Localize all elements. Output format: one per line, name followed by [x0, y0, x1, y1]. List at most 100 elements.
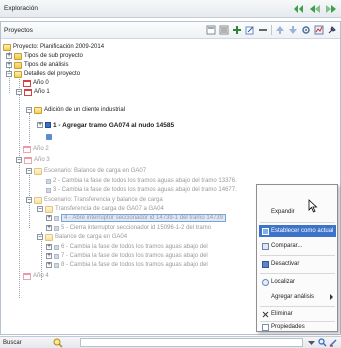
step-icon	[46, 187, 51, 193]
menu-separator	[260, 306, 335, 307]
find-icon[interactable]	[318, 338, 327, 347]
node-label: 1 - Agregar tramo GA074 al nudo 14585	[53, 121, 175, 129]
expand-toggle[interactable]: +	[46, 244, 52, 250]
menu-item-properties[interactable]: Propiedades	[259, 321, 336, 333]
search-bar: Buscar	[0, 336, 341, 348]
edit-icon[interactable]	[245, 25, 255, 35]
delete-icon	[262, 311, 269, 318]
home-icon[interactable]	[293, 3, 305, 15]
tree-node-b-item6[interactable]: + 6 - Cambia la fase de todos los tramos…	[46, 243, 208, 251]
tree-node-step1[interactable]: + 1 - Agregar tramo GA074 al nudo 14585	[37, 121, 174, 129]
collapse-toggle[interactable]: −	[26, 107, 32, 113]
expand-toggle[interactable]: +	[46, 215, 52, 221]
menu-item-deactivate[interactable]: Desactivar	[259, 258, 336, 270]
calendar-icon	[24, 156, 32, 164]
calendar-icon	[24, 88, 32, 96]
node-label: Año 0	[33, 80, 49, 86]
search-input[interactable]	[80, 338, 303, 347]
forward-icon[interactable]	[325, 3, 337, 15]
menu-item-label: Localizar	[271, 279, 296, 285]
collapse-toggle[interactable]: −	[16, 157, 22, 163]
settings-icon[interactable]	[301, 25, 311, 35]
context-menu: Expandir Establecer como actual Comparar…	[256, 184, 338, 332]
tree-node-b-item8[interactable]: + 8 - Cambia la fase de todos los tramos…	[46, 261, 208, 269]
add-icon[interactable]	[232, 25, 242, 35]
tree-node-year2[interactable]: Año 2	[23, 145, 49, 153]
collapse-toggle[interactable]: −	[26, 197, 32, 203]
list-icon[interactable]	[219, 25, 229, 35]
menu-item-add-analysis[interactable]: Agregar análisis	[259, 291, 336, 303]
tree-node-scenario2[interactable]: − Escenario: Transferencia y balance de …	[26, 196, 163, 204]
tree-node-analysis-types[interactable]: + Tipos de análisis	[6, 61, 68, 69]
collapse-icon[interactable]	[206, 25, 216, 35]
toolbar-separator	[271, 25, 272, 35]
panel-title: Proyectos	[4, 27, 33, 34]
node-label: Adición de un cliente industrial	[44, 107, 126, 113]
tree-node-sub-types[interactable]: + Tipos de sub proyecto	[6, 52, 83, 60]
collapse-toggle[interactable]: −	[37, 206, 43, 212]
clear-icon[interactable]	[329, 338, 338, 347]
tree-node-details[interactable]: − Detalles del proyecto	[6, 70, 80, 78]
tree-node-year3[interactable]: − Año 3	[16, 156, 50, 164]
folder-icon	[14, 52, 22, 60]
tree-node-balance[interactable]: − Balance de carga en GA04	[37, 233, 127, 241]
collapse-toggle[interactable]: −	[26, 168, 32, 174]
menu-item-delete[interactable]: Eliminar	[259, 308, 336, 320]
menu-item-label: Agregar análisis	[271, 294, 315, 300]
folder-icon	[14, 61, 22, 69]
tree-node-addition[interactable]: − Adición de un cliente industrial	[26, 106, 125, 114]
marker-icon	[46, 134, 52, 140]
dropdown-icon[interactable]	[307, 338, 316, 347]
node-label: Año 4	[33, 273, 49, 279]
tree-node-transfer[interactable]: − Transferencia de carga de GA07 a GA04	[37, 205, 164, 213]
node-label: Año 2	[33, 146, 49, 152]
expand-toggle[interactable]: +	[46, 225, 52, 231]
step-icon	[54, 262, 59, 268]
tree-node-scenario1[interactable]: − Escenario: Balance de carga en GA07	[26, 167, 146, 175]
node-label: Año 1	[34, 89, 50, 95]
menu-item-compare[interactable]: Comparar...	[259, 240, 336, 252]
tree-node-year0[interactable]: Año 0	[23, 79, 49, 87]
search-icon[interactable]	[53, 338, 63, 348]
locate-icon	[262, 278, 269, 286]
expand-toggle[interactable]: +	[6, 53, 12, 59]
tree-node-root[interactable]: Proyecto: Planificación 2009-2014	[3, 43, 104, 51]
folder-open-icon	[3, 43, 11, 51]
collapse-toggle[interactable]: −	[16, 89, 22, 95]
expand-toggle[interactable]: +	[46, 253, 52, 259]
collapse-toggle[interactable]: −	[6, 71, 12, 77]
submenu-arrow-icon	[330, 294, 333, 300]
step-icon	[54, 244, 59, 250]
tree-node-s1-item3[interactable]: 3 - Cambia la fase de todos los tramos a…	[46, 186, 237, 194]
expand-toggle[interactable]: +	[37, 122, 43, 128]
tree-node-s1-item2[interactable]: 2 - Cambia la fase de todos los tramos a…	[46, 177, 237, 185]
node-label: Escenario: Transferencia y balance de ca…	[44, 197, 163, 203]
pin-icon[interactable]	[327, 25, 337, 35]
scenario-icon	[34, 196, 42, 204]
step-icon	[54, 253, 59, 259]
menu-item-set-current[interactable]: Establecer como actual	[259, 225, 336, 237]
move-down-icon[interactable]	[288, 25, 298, 35]
step-icon	[54, 215, 59, 221]
tree-node-year1[interactable]: − Año 1	[16, 88, 50, 96]
tree-node-t-item4[interactable]: + 4 - Abre interruptor seccionador id 14…	[46, 214, 227, 222]
menu-separator	[260, 222, 335, 223]
tree-node-b-item7[interactable]: + 7 - Cambia la fase de todos los tramos…	[46, 252, 208, 260]
compare-icon	[262, 242, 269, 250]
back-icon[interactable]	[309, 3, 321, 15]
folder-open-icon	[34, 106, 42, 114]
menu-item-locate[interactable]: Localizar	[259, 276, 336, 288]
window-titlebar: Exploración	[0, 0, 341, 18]
remove-icon[interactable]	[258, 25, 268, 35]
collapse-toggle[interactable]: −	[37, 234, 43, 240]
node-label: 2 - Cambia la fase de todos los tramos a…	[53, 178, 237, 184]
folder-open-icon	[45, 205, 53, 213]
report-icon[interactable]	[314, 25, 324, 35]
expand-toggle[interactable]: +	[6, 62, 12, 68]
menu-item-expand[interactable]: Expandir	[259, 206, 336, 218]
tree-node-t-item5[interactable]: + 5 - Cierra interruptor seccionador id …	[46, 224, 211, 232]
expand-toggle[interactable]: +	[46, 262, 52, 268]
move-up-icon[interactable]	[275, 25, 285, 35]
tree-node-year4[interactable]: Año 4	[23, 272, 49, 280]
tree-line	[19, 72, 20, 298]
